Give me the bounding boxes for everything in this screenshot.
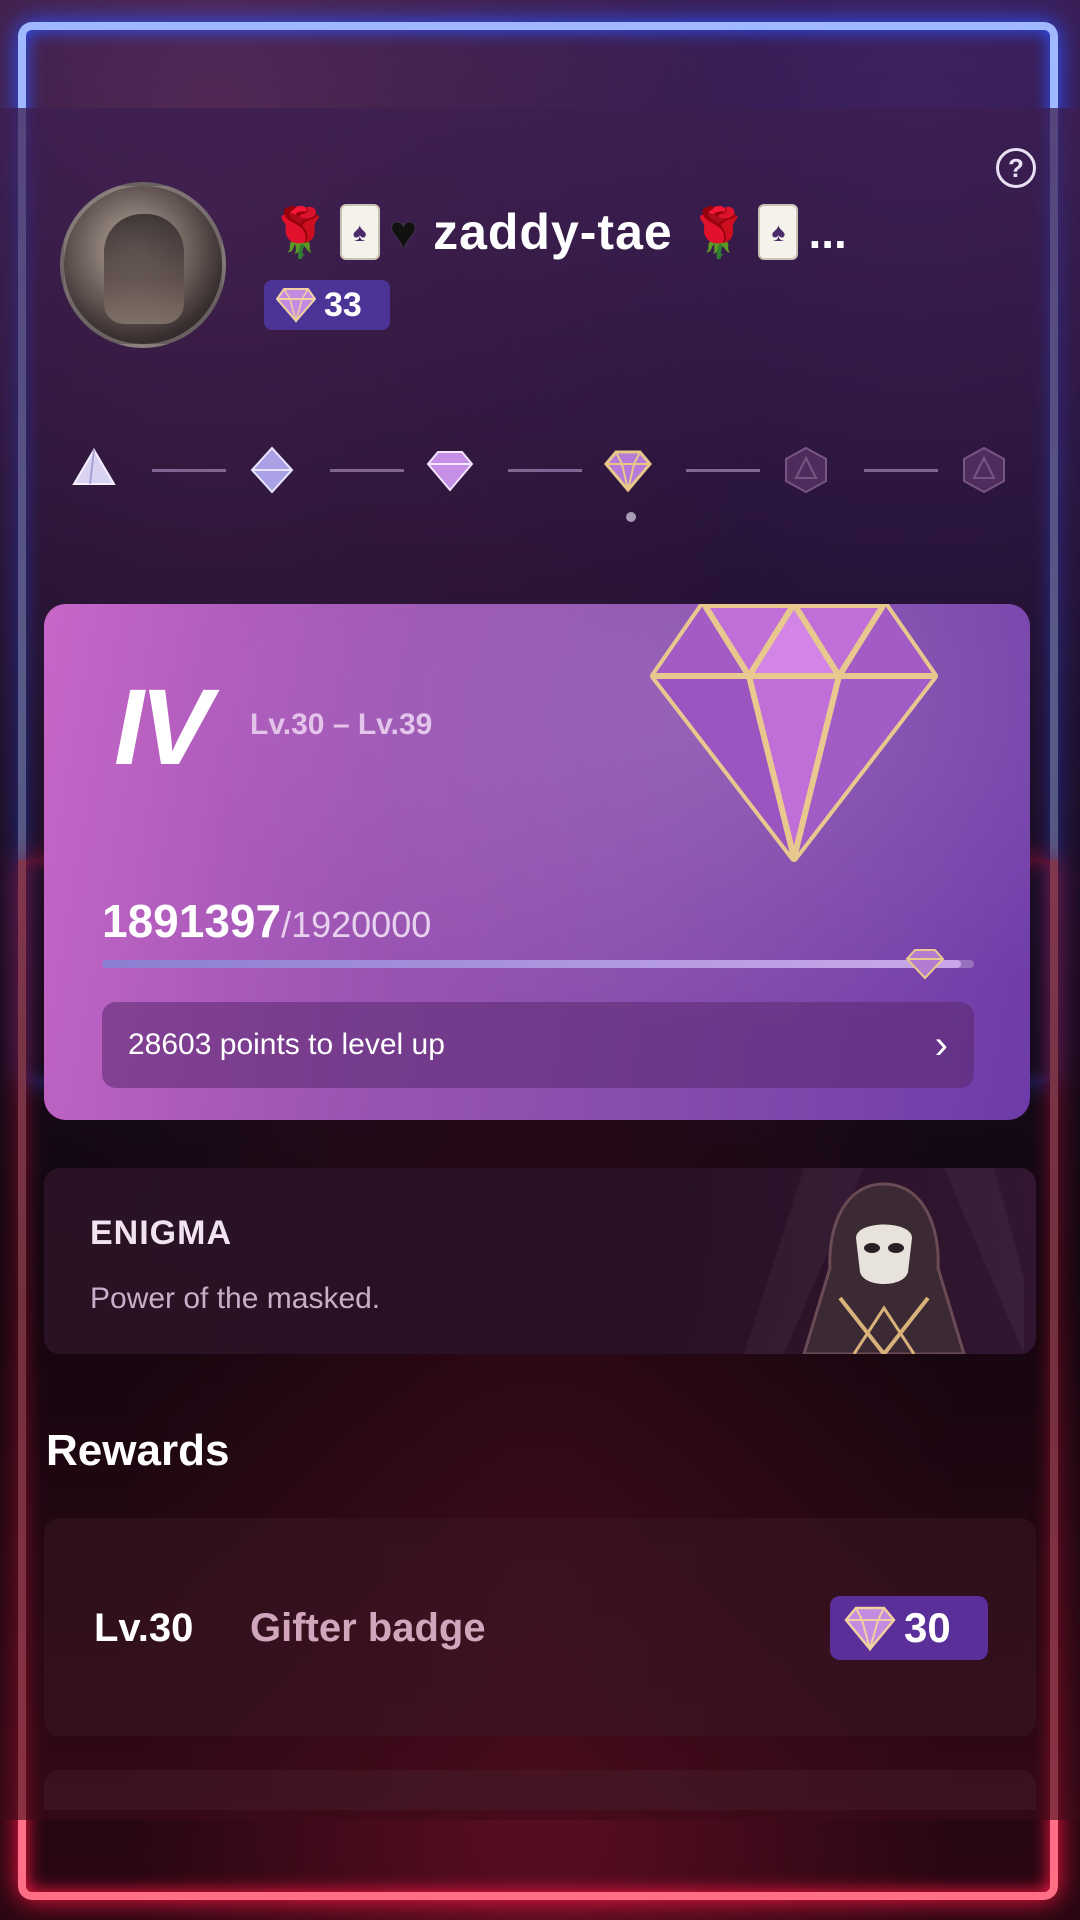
tier-2-gem-icon[interactable]	[248, 446, 296, 494]
enigma-title: ENIGMA	[90, 1214, 232, 1252]
reward-row[interactable]: Lv.30 Gifter badge 30	[44, 1518, 1036, 1736]
tier-6-locked-icon[interactable]	[960, 446, 1008, 494]
diamond-icon	[844, 1606, 896, 1651]
gem-count: 33	[324, 285, 362, 324]
rose-icon: 🌹	[688, 206, 749, 260]
username-row: 🌹 ♠ ♥ zaddy-tae 🌹 ♠ ...	[270, 200, 950, 264]
reward-name: Gifter badge	[250, 1606, 486, 1650]
username-ellipsis: ...	[808, 206, 847, 258]
tier-3-gem-icon[interactable]	[426, 446, 474, 494]
tier-roman-numeral: IV	[114, 666, 212, 787]
gem-count-badge: 33	[264, 280, 390, 330]
reward-level: Lv.30	[94, 1606, 194, 1650]
rewards-heading: Rewards	[46, 1426, 230, 1475]
username: zaddy-tae	[433, 204, 673, 260]
tier-5-locked-icon[interactable]	[782, 446, 830, 494]
tier-connector	[508, 469, 582, 472]
avatar-photo	[104, 214, 184, 324]
level-range: Lv.30 – Lv.39	[250, 708, 433, 741]
tier-1-gem-icon[interactable]	[70, 446, 118, 494]
rose-icon: 🌹	[270, 206, 330, 260]
level-card: IV Lv.30 – Lv.39 1891397/1920000 28603 p…	[44, 604, 1030, 1120]
tier-track	[60, 440, 1030, 500]
joker-card-icon: ♠	[758, 204, 799, 260]
question-circle-icon[interactable]: ?	[996, 148, 1036, 188]
tier-connector	[686, 469, 760, 472]
enigma-card[interactable]: ENIGMA Power of the masked.	[44, 1168, 1036, 1354]
avatar[interactable]	[60, 182, 226, 348]
diamond-icon	[276, 288, 316, 323]
masked-figure-illustration	[744, 1168, 1024, 1354]
tier-connector	[330, 469, 404, 472]
levelup-text: 28603 points to level up	[128, 1028, 445, 1061]
reward-gem-badge: 30	[830, 1596, 988, 1660]
tier-4-gem-icon[interactable]	[604, 446, 652, 494]
joker-card-icon: ♠	[339, 204, 380, 260]
black-heart-icon: ♥	[389, 206, 418, 258]
enigma-subtitle: Power of the masked.	[90, 1282, 381, 1315]
tier-connector	[152, 469, 226, 472]
points-target: /1920000	[281, 904, 432, 945]
reward-row[interactable]	[44, 1770, 1036, 1810]
level-progress-fill	[102, 960, 961, 968]
progress-gem-marker-icon	[905, 949, 945, 980]
points-display: 1891397/1920000	[102, 894, 431, 948]
points-current: 1891397	[102, 895, 282, 947]
level-progress-bar	[102, 949, 974, 980]
current-tier-indicator	[626, 512, 636, 522]
reward-badge-value: 30	[904, 1604, 951, 1651]
large-diamond-icon	[650, 604, 938, 862]
tier-connector	[864, 469, 938, 472]
points-to-level-up-button[interactable]: 28603 points to level up ›	[102, 1002, 974, 1088]
chevron-right-icon: ›	[934, 1022, 948, 1067]
